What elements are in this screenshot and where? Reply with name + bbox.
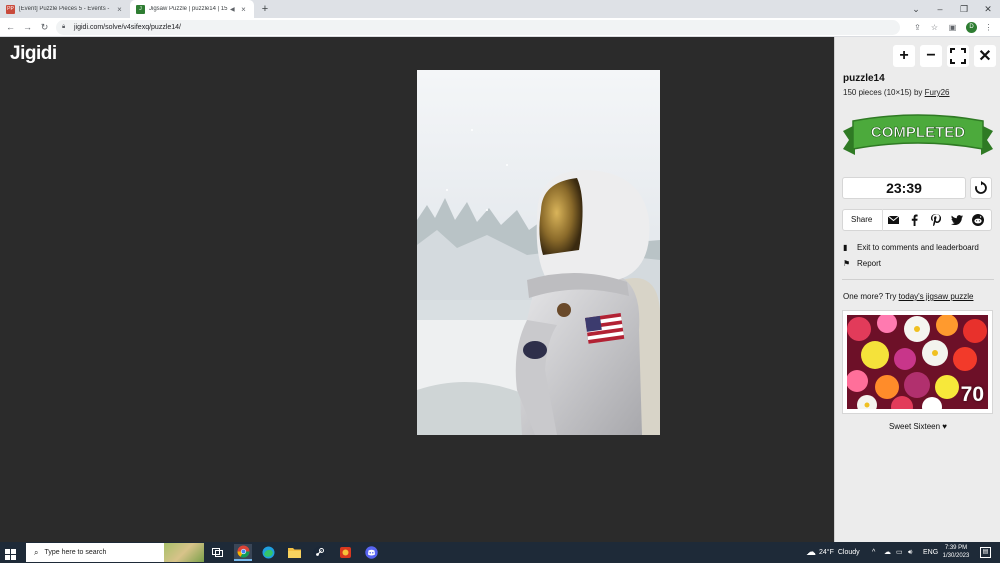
one-more-suggestion: One more? Try today's jigsaw puzzle [843,292,973,301]
tab-close-icon[interactable]: × [239,5,248,14]
window-close-button[interactable]: ✕ [975,0,1000,18]
back-arrow-icon[interactable]: ← [4,21,17,34]
steam-taskbar-icon[interactable] [310,544,328,561]
puzzle-info: 150 pieces (10×15) by Fury26 [843,88,950,97]
completed-puzzle-image [417,70,660,435]
browser-tabstrip: PP [Event] Puzzle Pieces 5 - Events - × … [0,0,1000,18]
tab-puzzle-pieces-event[interactable]: PP [Event] Puzzle Pieces 5 - Events - × [0,0,130,18]
tab-jigsaw-puzzle[interactable]: J Jigsaw Puzzle | puzzle14 | 15 ◀ × [130,0,254,18]
search-highlight-image [164,543,204,562]
author-link[interactable]: Fury26 [925,88,950,97]
search-icon: ⌕ [34,547,39,557]
network-icon[interactable]: ▭ [896,542,903,563]
windows-start-icon[interactable] [5,547,16,560]
share-page-icon[interactable]: ⇪ [911,21,924,34]
discord-taskbar-icon[interactable] [362,544,380,561]
new-tab-button[interactable]: + [258,2,272,16]
bookmark-star-icon[interactable]: ☆ [928,21,941,34]
tab-title: [Event] Puzzle Pieces 5 - Events - [19,6,110,12]
windows-taskbar: ⌕ Type here to search ☁ 24°F Cloudy ^ ☁ … [0,542,1000,563]
weather-temperature: 24°F [819,549,834,556]
zoom-in-button[interactable]: + [893,45,915,67]
edge-taskbar-icon[interactable] [259,544,277,561]
cloud-sync-icon[interactable]: ☁ [884,542,891,563]
fullscreen-icon [950,48,966,64]
reddit-share-icon[interactable] [967,209,988,231]
weather-description: Cloudy [837,549,860,556]
share-label: Share [843,209,884,231]
cloud-icon: ☁ [806,547,816,558]
puzzle-title: puzzle14 [843,73,885,84]
weather-widget[interactable]: ☁ 24°F Cloudy [806,542,860,563]
clock-date: 1/30/2023 [942,553,970,559]
address-bar[interactable]: 🔒︎ jigidi.com/solve/v4sifexq/puzzle14/ [56,20,900,35]
exit-door-icon: ▮ [843,243,848,252]
tab-title: Jigsaw Puzzle | puzzle14 | 15 [149,6,228,12]
zoom-out-button[interactable]: − [920,45,942,67]
minimize-button[interactable]: – [927,0,953,18]
tab-close-icon[interactable]: × [115,5,124,14]
browser-menu-icon[interactable]: ⋮ [982,21,995,34]
task-view-icon[interactable] [208,544,226,561]
app-red-taskbar-icon[interactable] [336,544,354,561]
restore-button[interactable]: ❐ [951,0,977,18]
speaker-icon[interactable]: ◀ [230,6,239,13]
side-panel-icon[interactable]: ▣ [946,21,959,34]
pinterest-share-icon[interactable] [925,209,946,231]
flag-icon: ⚑ [843,259,851,268]
restart-button[interactable] [970,177,992,199]
taskbar-search-box[interactable]: ⌕ Type here to search [26,543,204,562]
twitter-share-icon[interactable] [946,209,967,231]
jigidi-logo[interactable]: Jigidi [10,43,57,65]
jigidi-favicon-icon: J [136,4,145,14]
facebook-share-icon[interactable] [904,209,925,231]
fullscreen-button[interactable] [947,45,969,67]
profile-avatar[interactable]: D [966,22,977,33]
clock-time: 7:39 PM [944,545,968,551]
puzzle-pieces-favicon-icon: PP [6,4,15,14]
puzzle-stage[interactable]: Jigidi [0,37,834,542]
taskbar-search-placeholder: Type here to search [44,549,107,556]
exit-link-label: Exit to comments and leaderboard [857,243,979,252]
tab-search-icon[interactable]: ⌄ [903,0,929,18]
completed-badge: COMPLETED [841,111,995,163]
exit-to-comments-link[interactable]: ▮ Exit to comments and leaderboard [843,243,979,252]
system-clock[interactable]: 7:39 PM 1/30/2023 [938,544,974,560]
lock-icon: 🔒︎ [62,23,66,30]
file-explorer-icon[interactable] [285,544,303,561]
todays-puzzle-thumbnail[interactable]: 70 [842,310,993,414]
close-puzzle-button[interactable]: ✕ [974,45,996,67]
one-more-text: One more? Try [843,292,899,301]
report-link[interactable]: ⚑ Report [843,259,881,268]
puzzle-side-panel: + − ✕ puzzle14 150 pieces (10×15) by Fur… [834,37,1000,542]
url-text: jigidi.com/solve/v4sifexq/puzzle14/ [74,24,181,31]
divider [842,279,994,280]
flowers-image: 70 [847,315,988,409]
todays-puzzle-link[interactable]: today's jigsaw puzzle [899,292,974,301]
language-indicator[interactable]: ENG [923,542,938,563]
report-link-label: Report [857,259,882,268]
suggested-puzzle-title[interactable]: Sweet Sixteen ♥ [835,422,1000,431]
tray-overflow-chevron-icon[interactable]: ^ [872,542,875,563]
restart-icon [975,181,987,194]
puzzle-info-text: 150 pieces (10×15) by [843,88,925,97]
chrome-taskbar-icon[interactable] [234,544,252,561]
completed-badge-text: COMPLETED [871,124,965,141]
forward-arrow-icon[interactable]: → [21,21,34,34]
piece-count-badge: 70 [960,383,984,406]
email-share-icon[interactable] [883,209,904,231]
browser-toolbar: ← → ↻ 🔒︎ jigidi.com/solve/v4sifexq/puzzl… [0,18,1000,37]
timer-display: 23:39 [842,177,966,199]
reload-icon[interactable]: ↻ [38,21,51,34]
share-bar: Share [842,209,992,231]
notification-center-icon[interactable]: ▤ [980,547,991,558]
volume-icon[interactable]: 🔊︎ [908,542,912,563]
